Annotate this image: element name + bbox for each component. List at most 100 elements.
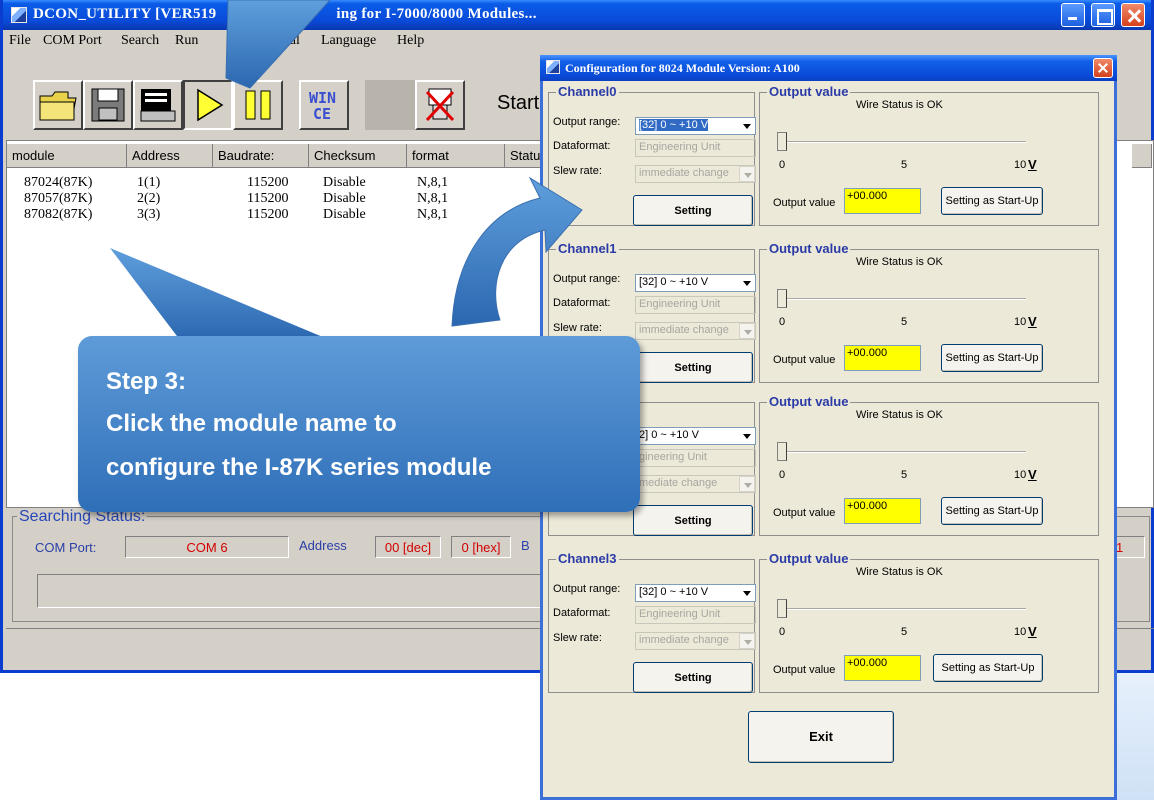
app-icon <box>11 7 27 23</box>
maximize-button[interactable] <box>1091 3 1115 27</box>
output-value-input[interactable]: +00.000 <box>844 498 921 524</box>
output-slider[interactable] <box>777 289 787 308</box>
setting-button[interactable]: Setting <box>633 662 753 693</box>
col-address[interactable]: Address <box>127 144 213 168</box>
main-window-title: DCON_UTILITY [VER519 ing for I-7000/8000 … <box>33 6 537 22</box>
tick-5: 5 <box>901 469 908 481</box>
slew-rate-select: immediate change <box>635 322 756 340</box>
menu-run[interactable]: Run <box>175 33 198 49</box>
wire-status: Wire Status is OK <box>856 566 943 578</box>
output-range-select[interactable]: [32] 0 ~ +10 V <box>635 274 756 292</box>
col-extra[interactable] <box>1132 144 1152 168</box>
row-checksum: Disable <box>323 207 366 222</box>
config-close-button[interactable] <box>1093 58 1113 78</box>
disconnect-icon <box>425 88 455 122</box>
wince-button[interactable]: WIN CE <box>299 80 349 130</box>
output-value-input[interactable]: +00.000 <box>844 188 921 214</box>
dataformat-label: Dataformat: <box>553 140 611 152</box>
callout-line: Click the module name to <box>106 410 397 437</box>
disconnect-button[interactable] <box>415 80 465 130</box>
menu-file[interactable]: File <box>9 33 31 49</box>
desktop-background <box>1116 673 1154 800</box>
terminal-button[interactable] <box>133 80 183 130</box>
channel-0-panel: Channel0 Output range: [32] 0 ~ +10 V Da… <box>548 84 1104 234</box>
tick-5: 5 <box>901 626 908 638</box>
output-slider[interactable] <box>777 442 787 461</box>
output-slider[interactable] <box>777 132 787 151</box>
wince-icon: WINCE <box>309 89 336 123</box>
chevron-down-icon <box>739 476 755 492</box>
dataformat-field: Engineering Unit <box>635 296 756 314</box>
run-button[interactable] <box>183 80 233 130</box>
close-icon <box>1122 4 1144 26</box>
startup-button[interactable]: Setting as Start-Up <box>941 187 1043 215</box>
save-icon <box>91 88 125 122</box>
main-titlebar[interactable]: DCON_UTILITY [VER519 ing for I-7000/8000 … <box>3 0 1151 30</box>
output-title: Output value <box>767 394 851 409</box>
row-module[interactable]: 87057(87K) <box>24 191 92 207</box>
startup-button[interactable]: Setting as Start-Up <box>941 344 1043 372</box>
slew-rate-value: mediate change <box>639 477 718 489</box>
row-baudrate: 115200 <box>247 207 289 222</box>
save-button[interactable] <box>83 80 133 130</box>
table-row[interactable]: 87082(87K) 3(3) 115200 Disable N,8,1 <box>7 207 507 223</box>
col-module[interactable]: module <box>7 144 127 168</box>
dataformat-field: gineering Unit <box>635 449 756 467</box>
setting-button[interactable]: Setting <box>633 352 753 383</box>
minimize-button[interactable] <box>1061 3 1085 27</box>
dataformat-label: Dataformat: <box>553 297 611 309</box>
dataformat-label: Dataformat: <box>553 607 611 619</box>
output-title: Output value <box>767 84 851 99</box>
com-port-label: COM Port: <box>35 540 97 555</box>
slider-track <box>778 451 1026 453</box>
address-label: Address <box>299 538 347 553</box>
row-address: 3(3) <box>137 207 161 222</box>
unit-label: V <box>1028 157 1037 172</box>
close-button[interactable] <box>1121 3 1145 27</box>
output-value-label: Output value <box>773 664 836 676</box>
menu-language[interactable]: Language <box>321 33 376 49</box>
tick-10: 10 <box>1014 159 1027 171</box>
dialog-icon <box>546 60 560 74</box>
slew-rate-value: immediate change <box>639 634 729 646</box>
output-range-value: [32] 0 ~ +10 V <box>639 276 709 288</box>
config-titlebar[interactable]: Configuration for 8024 Module Version: A… <box>540 55 1117 81</box>
tick-10: 10 <box>1014 469 1027 481</box>
output-range-select[interactable]: [32] 0 ~ +10 V <box>635 584 756 602</box>
pause-button[interactable] <box>233 80 283 130</box>
output-range-select[interactable]: 2] 0 ~ +10 V <box>635 427 756 445</box>
output-slider[interactable] <box>777 599 787 618</box>
row-address: 2(2) <box>137 191 161 206</box>
startup-button[interactable]: Setting as Start-Up <box>941 497 1043 525</box>
col-checksum[interactable]: Checksum <box>309 144 407 168</box>
folder-icon <box>39 91 77 121</box>
wire-status: Wire Status is OK <box>856 256 943 268</box>
col-format[interactable]: format <box>407 144 505 168</box>
dataformat-field: Engineering Unit <box>635 606 756 624</box>
menu-terminal[interactable]: minal <box>268 33 300 49</box>
exit-button[interactable]: Exit <box>748 711 894 763</box>
slew-rate-label: Slew rate: <box>553 165 602 177</box>
menu-bar: File COM Port Search Run minal Language … <box>3 30 1151 52</box>
table-row[interactable]: 87057(87K) 2(2) 115200 Disable N,8,1 <box>7 191 507 207</box>
setting-button[interactable]: Setting <box>633 195 753 226</box>
blank-button[interactable] <box>365 80 415 130</box>
output-range-value: [32] 0 ~ +10 V <box>639 119 709 131</box>
row-module[interactable]: 87082(87K) <box>24 207 92 223</box>
unit-label: V <box>1028 624 1037 639</box>
table-row[interactable]: 87024(87K) 1(1) 115200 Disable N,8,1 <box>7 175 507 191</box>
open-button[interactable] <box>33 80 83 130</box>
output-value-input[interactable]: +00.000 <box>844 655 921 681</box>
chevron-down-icon <box>739 633 755 649</box>
menu-help[interactable]: Help <box>397 33 424 49</box>
output-range-select[interactable]: [32] 0 ~ +10 V <box>635 117 756 135</box>
menu-search[interactable]: Search <box>121 33 159 49</box>
terminal-icon <box>140 89 176 122</box>
row-module[interactable]: 87024(87K) <box>24 175 92 191</box>
col-baudrate[interactable]: Baudrate: <box>213 144 309 168</box>
menu-com-port[interactable]: COM Port <box>43 33 102 49</box>
output-value-input[interactable]: +00.000 <box>844 345 921 371</box>
startup-button[interactable]: Setting as Start-Up <box>933 654 1043 682</box>
setting-button[interactable]: Setting <box>633 505 753 536</box>
col-status[interactable]: Statu <box>505 144 545 168</box>
